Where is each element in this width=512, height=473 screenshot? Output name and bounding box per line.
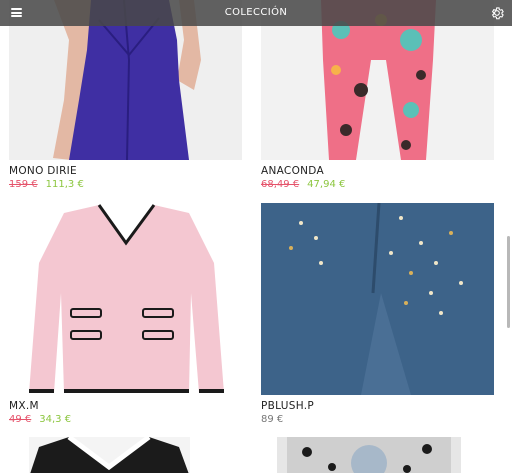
collection-screen: MONO DIRIE 159 €111,3 € ANACONDA 68,49 €…	[0, 0, 512, 473]
product-name: MX.M	[9, 400, 39, 412]
product-prices: 68,49 € 47,94 €	[261, 179, 345, 190]
product-card-pblush-p[interactable]: PBLUSH.P 89 €	[252, 203, 502, 431]
product-prices: 89 €	[261, 414, 283, 425]
product-card-anaconda[interactable]: ANACONDA 68,49 € 47,94 €	[252, 0, 502, 200]
regular-price: 89 €	[261, 414, 284, 425]
top-bar: COLECCIÓN	[0, 0, 512, 26]
page-title: COLECCIÓN	[224, 7, 288, 18]
product-name: PBLUSH.P	[261, 400, 314, 412]
product-image-mx-m[interactable]	[9, 203, 242, 395]
product-prices: 49 € 34,3 €	[9, 414, 71, 425]
sale-price: 111,3 €	[45, 179, 84, 190]
product-image-pblush-p[interactable]	[261, 203, 494, 395]
print-top-illustration	[277, 437, 461, 473]
product-card-partial-right[interactable]	[252, 437, 502, 473]
product-card-mx-m[interactable]: MX.M 49 € 34,3 €	[0, 203, 250, 431]
gear-icon[interactable]	[489, 5, 505, 21]
product-name: MONO DIRIE	[9, 165, 77, 177]
product-card-mono-dirie[interactable]: MONO DIRIE 159 € 111,3 €	[0, 0, 250, 200]
jeans-illustration	[261, 203, 494, 395]
product-name: ANACONDA	[261, 165, 324, 177]
product-image-partial-left[interactable]	[29, 437, 190, 473]
cardigan-illustration	[9, 203, 242, 395]
old-price: 68,49 €	[261, 179, 300, 190]
sale-price: 34,3 €	[39, 414, 72, 425]
sale-price: 47,94 €	[307, 179, 346, 190]
product-prices: 159 € 111,3 €	[9, 179, 84, 190]
scrollbar-thumb[interactable]	[507, 236, 510, 328]
product-card-partial-left[interactable]	[0, 437, 250, 473]
product-image-partial-right[interactable]	[277, 437, 461, 473]
old-price: 49 €	[9, 414, 32, 425]
old-price: 159 €	[9, 179, 38, 190]
lace-top-illustration	[29, 437, 190, 473]
